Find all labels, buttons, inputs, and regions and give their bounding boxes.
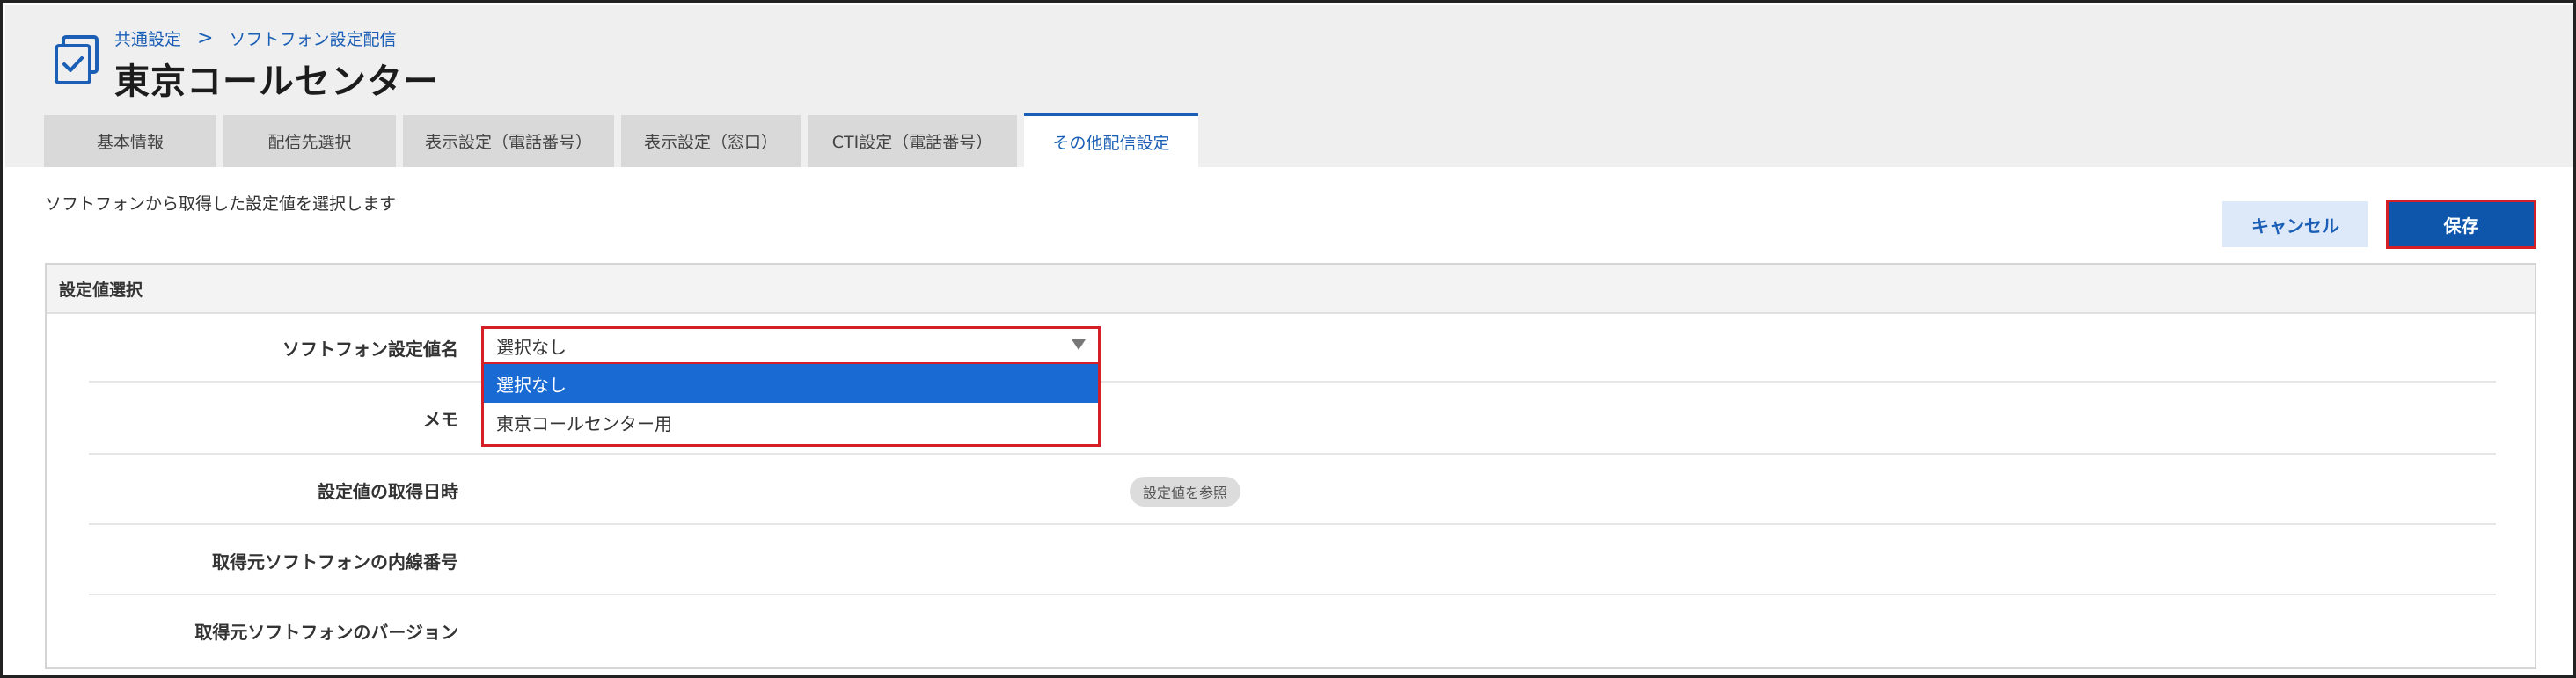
label-fetched-at: 設定値の取得日時 [318,481,458,502]
dropdown-list: 選択なし 東京コールセンター用 [481,364,1101,447]
select-value: 選択なし [496,336,567,358]
checklist-icon [55,35,99,84]
dropdown-option[interactable]: 選択なし [484,364,1098,403]
tab-bar: 基本情報 配信先選択 表示設定（電話番号） 表示設定（窓口） CTI設定（電話番… [44,113,1205,167]
tab-cti-phone[interactable]: CTI設定（電話番号） [808,115,1017,167]
cancel-button[interactable]: キャンセル [2222,201,2368,247]
label-version: 取得元ソフトフォンのバージョン [194,622,458,643]
form-row-fetched-at: 設定値の取得日時 [89,455,2496,525]
setting-name-select[interactable]: 選択なし [481,326,1101,365]
label-extension: 取得元ソフトフォンの内線番号 [212,551,458,572]
label-setting-name: ソフトフォン設定値名 [282,339,458,360]
page-description: ソフトフォンから取得した設定値を選択します [45,194,397,214]
app-window: 共通設定 > ソフトフォン設定配信 東京コールセンター 基本情報 配信先選択 表… [0,0,2576,678]
save-button[interactable]: 保存 [2386,200,2536,249]
form-row-version: 取得元ソフトフォンのバージョン [89,595,2496,667]
breadcrumb-link-softphone-distribution[interactable]: ソフトフォン設定配信 [229,26,396,50]
tab-display-counter[interactable]: 表示設定（窓口） [621,115,801,167]
breadcrumb: 共通設定 > ソフトフォン設定配信 [114,25,396,51]
tab-display-phone[interactable]: 表示設定（電話番号） [403,115,614,167]
breadcrumb-link-common-settings[interactable]: 共通設定 [114,26,181,50]
page-title: 東京コールセンター [114,62,439,102]
caret-down-icon [1072,339,1086,350]
settings-panel: 設定値選択 ソフトフォン設定値名 メモ 設定値の取得日時 取得元ソフトフォンの内… [45,263,2536,669]
form-row-memo: メモ [89,383,2496,455]
tab-destination[interactable]: 配信先選択 [223,115,396,167]
panel-title: 設定値選択 [47,265,2535,314]
tab-basic-info[interactable]: 基本情報 [44,115,216,167]
form-row-setting-name: ソフトフォン設定値名 [89,314,2496,383]
dropdown-option[interactable]: 東京コールセンター用 [484,403,1098,441]
label-memo: メモ [423,409,458,430]
tab-other-settings[interactable]: その他配信設定 [1024,113,1198,167]
breadcrumb-separator: > [197,26,214,49]
form-row-extension: 取得元ソフトフォンの内線番号 [89,525,2496,595]
view-settings-button[interactable]: 設定値を参照 [1130,477,1240,507]
